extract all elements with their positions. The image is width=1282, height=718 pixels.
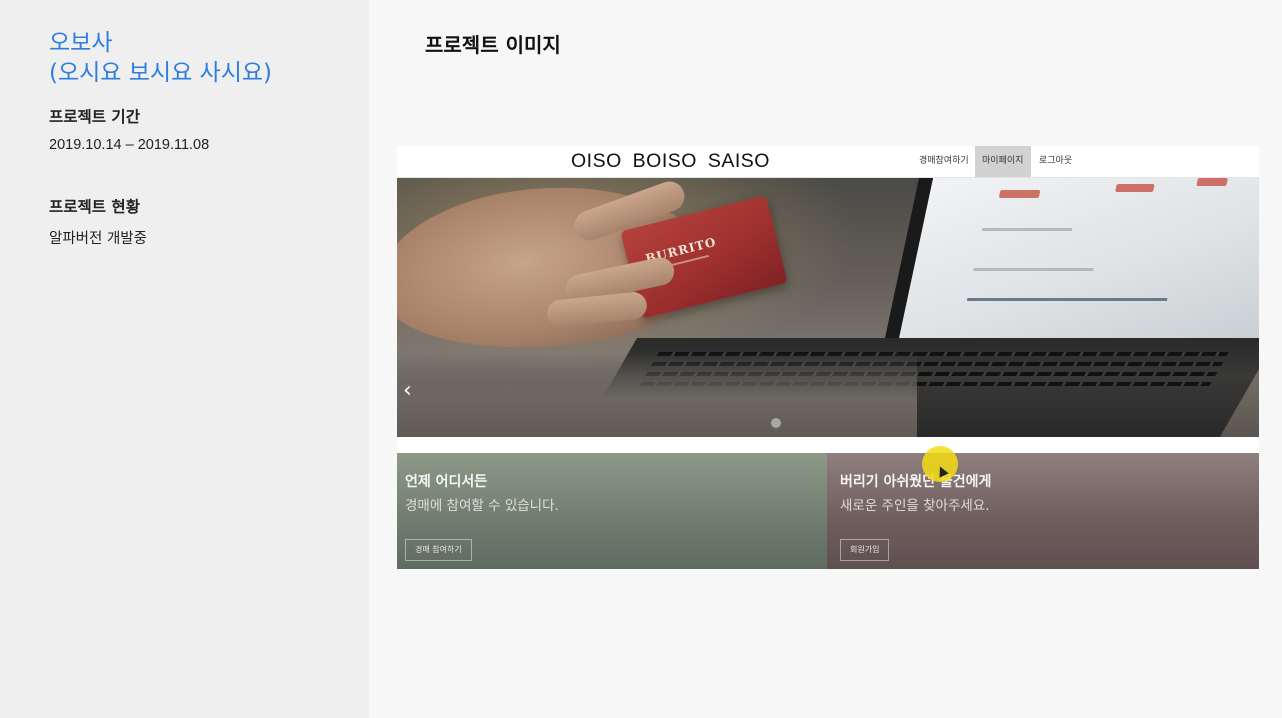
desk-surface [397,353,917,437]
screen-element [998,190,1041,198]
promo-panel-auction: 언제 어디서든 경매에 참여할 수 있습니다. 경매 참여하기 [397,453,827,569]
screen-element [966,298,1168,301]
status-value: 알파버전 개발중 [49,231,147,247]
screen-element [1115,184,1155,192]
promo-title: 버리기 아쉬웠던 물건에게 [840,474,992,490]
promo-subtitle: 새로운 주인을 찾아주세요. [840,498,990,514]
nav-auction[interactable]: 경매참여하기 [912,146,976,177]
site-navbar: OISO BOISO SAISO 경매참여하기 마이페이지 로그아웃 [397,146,1259,178]
carousel-indicator-dot[interactable] [771,418,781,428]
project-screenshot: OISO BOISO SAISO 경매참여하기 마이페이지 로그아웃 BURRI… [397,146,1259,569]
period-value: 2019.10.14 – 2019.11.08 [49,137,210,153]
laptop-screen [882,178,1259,348]
screen-element [981,228,1073,231]
promo-subtitle: 경매에 참여할 수 있습니다. [405,498,559,514]
carousel-prev-arrow-icon[interactable]: ‹ [403,380,412,402]
nav-logout[interactable]: 로그아웃 [1032,146,1079,177]
status-heading: 프로젝트 현황 [49,198,140,216]
hero-banner-image: BURRITO ‹ [397,178,1259,437]
period-heading: 프로젝트 기간 [49,108,140,126]
project-title-line2: (오시요 보시요 사시요) [49,60,273,86]
project-sidebar: 오보사 (오시요 보시요 사시요) 프로젝트 기간 2019.10.14 – 2… [0,0,369,718]
screen-element [973,268,1094,271]
screen-element [1196,178,1229,186]
join-auction-button[interactable]: 경매 참여하기 [405,539,472,561]
main-heading: 프로젝트 이미지 [425,33,561,57]
project-title: 오보사 (오시요 보시요 사시요) [49,28,272,88]
project-title-line1: 오보사 [49,30,113,56]
signup-button[interactable]: 회원가입 [840,539,890,561]
promo-panel-signup: 버리기 아쉬웠던 물건에게 새로운 주인을 찾아주세요. 회원가입 [827,453,1259,569]
promo-title: 언제 어디서든 [405,474,488,490]
site-logo[interactable]: OISO BOISO SAISO [571,150,770,173]
nav-mypage[interactable]: 마이페이지 [975,146,1031,177]
